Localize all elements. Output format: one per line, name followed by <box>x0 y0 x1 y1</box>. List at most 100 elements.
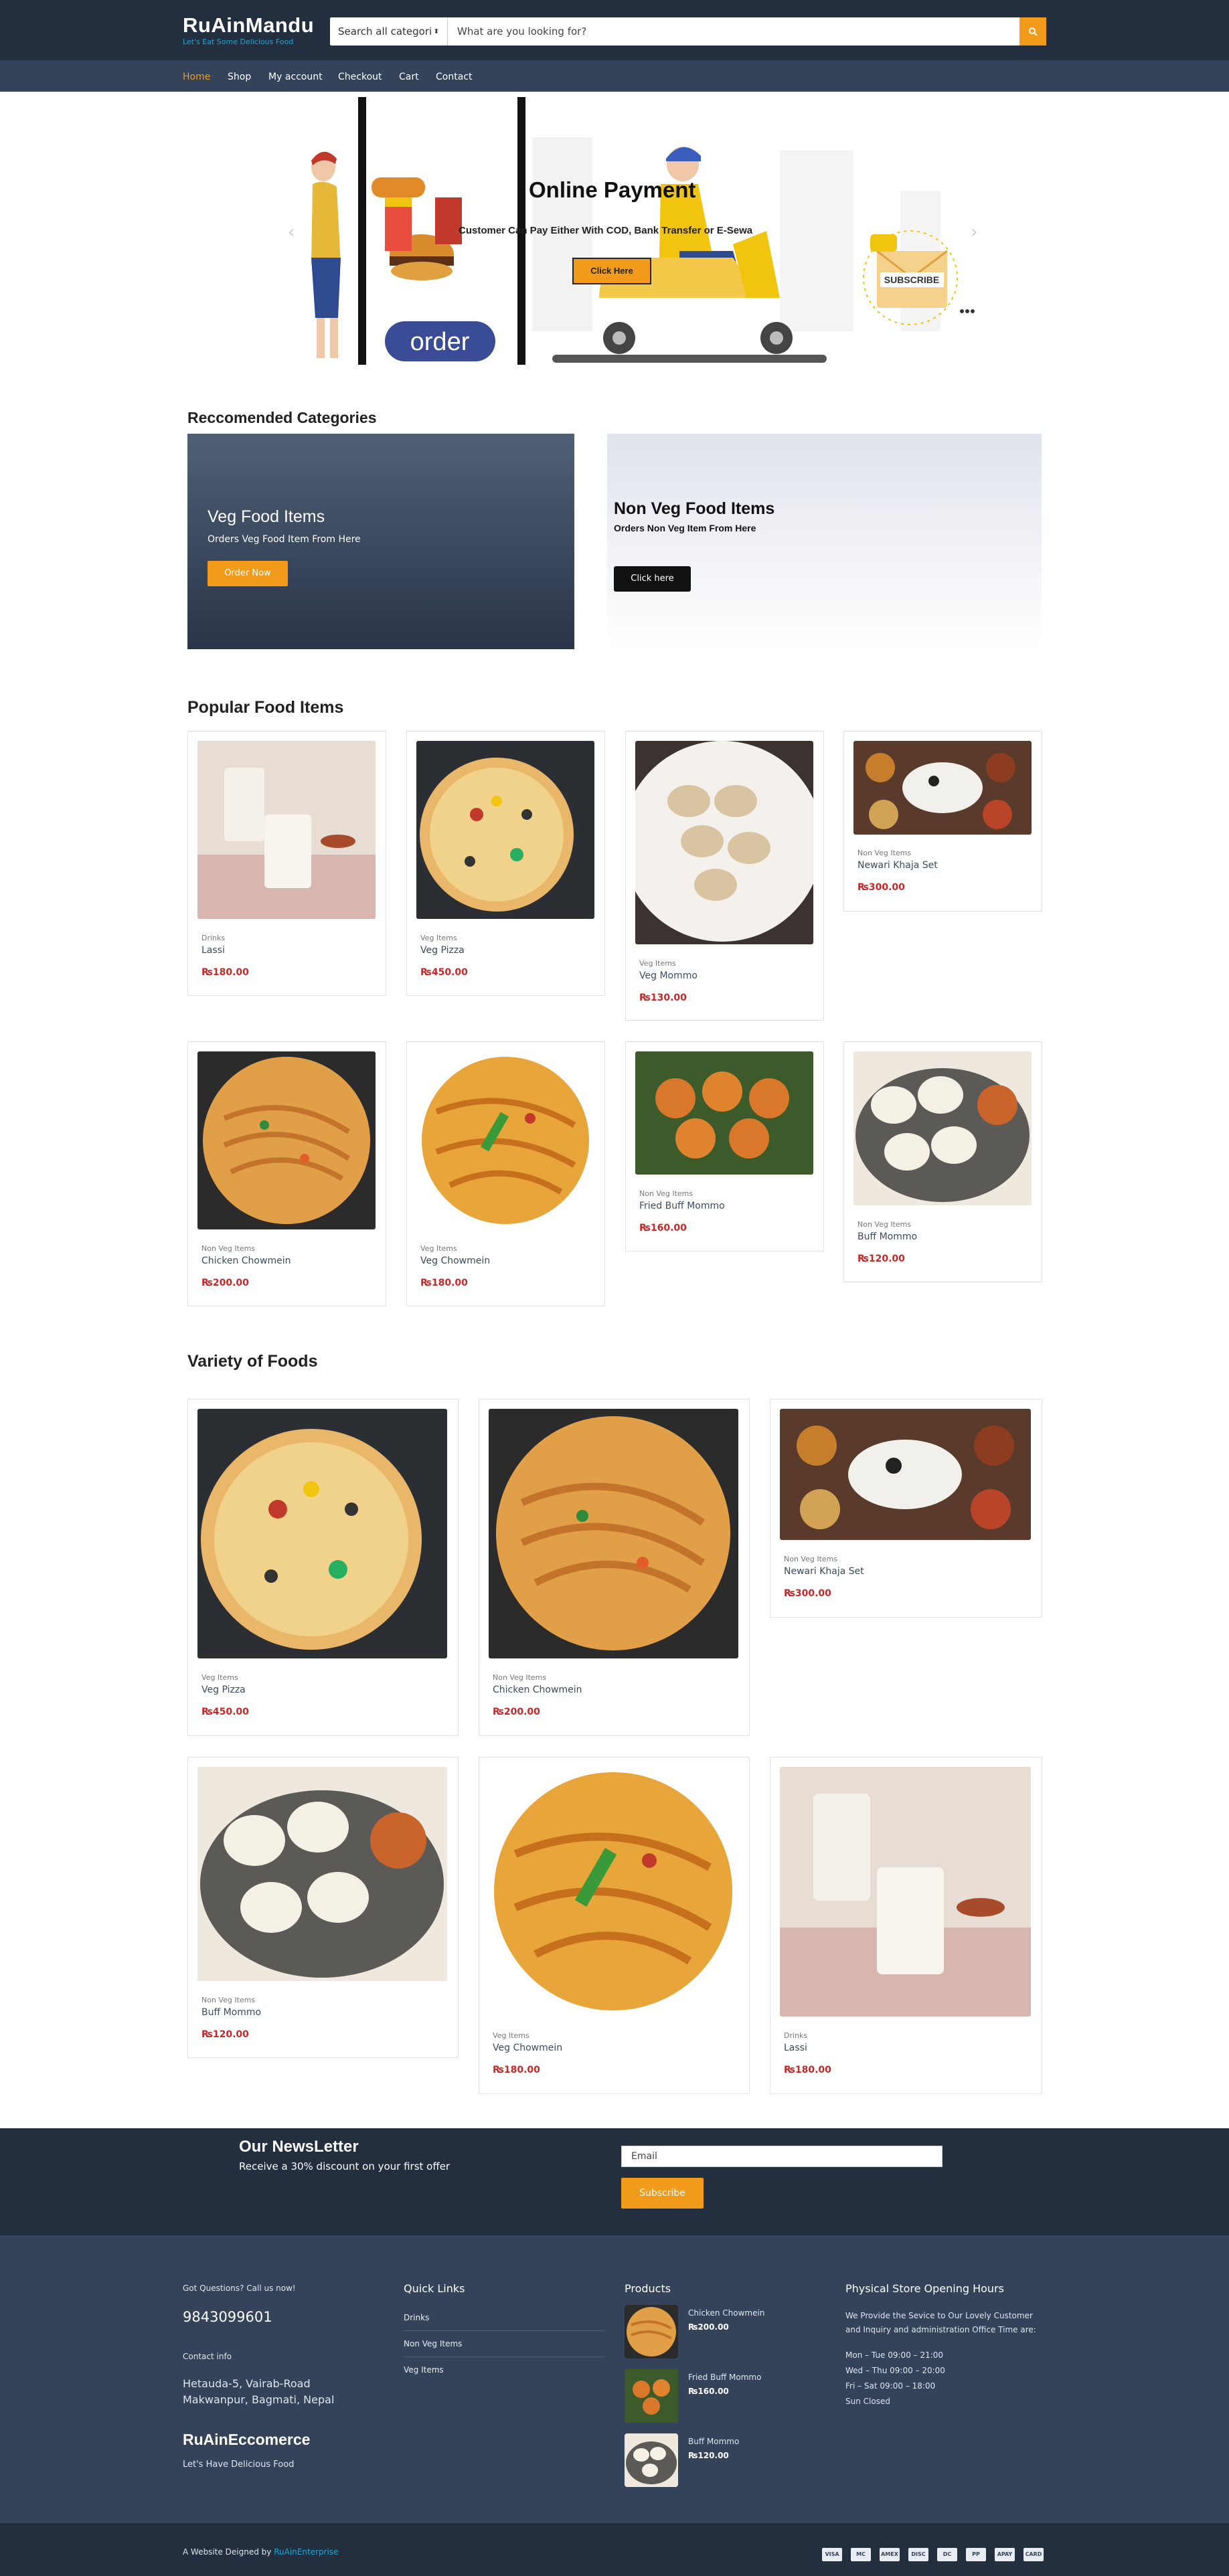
newsletter-section: Our NewsLetter Receive a 30% discount on… <box>0 2128 1229 2235</box>
discover-icon: DISC <box>908 2548 928 2561</box>
product-image-veg-mommo[interactable] <box>635 741 813 944</box>
product-image-chicken-chowmein[interactable] <box>489 1409 738 1658</box>
footer-product-image-chicken-chowmein[interactable] <box>625 2305 678 2358</box>
product-name[interactable]: Veg Mommo <box>639 970 698 981</box>
product-card[interactable]: Non Veg Items Buff Mommo ₨120.00 <box>187 1757 459 2058</box>
hero-title: Online Payment <box>529 177 696 202</box>
footer-product-price: ₨120.00 <box>688 2451 729 2460</box>
product-card[interactable]: Non Veg Items Newari Khaja Set ₨300.00 <box>843 731 1042 912</box>
product-image-lassi[interactable] <box>780 1767 1031 2016</box>
product-price: ₨180.00 <box>420 1278 468 1288</box>
veg-order-now-button[interactable]: Order Now <box>208 561 288 586</box>
footer-phone[interactable]: 9843099601 <box>183 2309 272 2325</box>
newsletter-email-input[interactable]: Email <box>621 2146 943 2167</box>
nav-home[interactable]: Home <box>183 72 210 82</box>
product-price: ₨300.00 <box>857 882 905 893</box>
designer-link[interactable]: RuAinEnterprise <box>274 2547 338 2557</box>
product-image-fried-buff-mommo[interactable] <box>635 1051 813 1175</box>
product-card[interactable]: Veg Items Veg Chowmein ₨180.00 <box>479 1757 750 2094</box>
product-name[interactable]: Veg Chowmein <box>420 1256 490 1266</box>
product-category: Drinks <box>784 2031 808 2040</box>
footer-product-image-fried-buff-mommo[interactable] <box>625 2369 678 2423</box>
product-image-newari-khaja-set[interactable] <box>853 741 1032 835</box>
product-price: ₨180.00 <box>784 2065 831 2075</box>
product-name[interactable]: Lassi <box>201 945 225 956</box>
apple-pay-icon: APAY <box>995 2548 1015 2561</box>
footer-product-image-buff-mommo[interactable] <box>625 2433 678 2487</box>
product-price: ₨450.00 <box>420 967 468 978</box>
product-price: ₨120.00 <box>857 1254 905 1264</box>
sort-arrows-icon: ⬍ <box>433 27 439 35</box>
product-image-lassi[interactable] <box>197 741 376 919</box>
product-card[interactable]: Non Veg Items Fried Buff Mommo ₨160.00 <box>625 1041 824 1252</box>
product-card[interactable]: Veg Items Veg Chowmein ₨180.00 <box>406 1041 605 1306</box>
footer-company-tag: Let's Have Delicious Food <box>183 2460 295 2470</box>
product-name[interactable]: Buff Mommo <box>857 1231 917 1242</box>
product-category: Non Veg Items <box>493 1673 547 1682</box>
product-card[interactable]: Non Veg Items Buff Mommo ₨120.00 <box>843 1041 1042 1282</box>
footer-products-title: Products <box>625 2282 671 2295</box>
product-card[interactable]: Non Veg Items Chicken Chowmein ₨200.00 <box>479 1399 750 1736</box>
nav-contact[interactable]: Contact <box>436 72 472 82</box>
nav-checkout[interactable]: Checkout <box>338 72 382 82</box>
product-name[interactable]: Veg Chowmein <box>493 2043 562 2053</box>
quick-link-drinks[interactable]: Drinks <box>404 2313 604 2331</box>
product-name[interactable]: Chicken Chowmein <box>201 1256 291 1266</box>
product-price: ₨200.00 <box>493 1707 540 1717</box>
product-image-veg-pizza[interactable] <box>197 1409 447 1658</box>
category-select[interactable]: Search all categori ⬍ <box>330 17 448 46</box>
product-image-buff-mommo[interactable] <box>853 1051 1032 1205</box>
paypal-icon: PP <box>966 2548 986 2561</box>
product-name[interactable]: Buff Mommo <box>201 2007 261 2018</box>
product-name[interactable]: Newari Khaja Set <box>857 860 938 871</box>
product-card[interactable]: Veg Items Veg Pizza ₨450.00 <box>406 731 605 996</box>
product-card[interactable]: Non Veg Items Newari Khaja Set ₨300.00 <box>770 1399 1042 1618</box>
product-image-veg-pizza[interactable] <box>416 741 594 919</box>
nav-cart[interactable]: Cart <box>399 72 419 82</box>
footer-company-name: RuAinEccomerce <box>183 2431 311 2448</box>
footer-address-line2: Makwanpur, Bagmati, Nepal <box>183 2393 335 2406</box>
store-hours-description: We Provide the Sevice to Our Lovely Cust… <box>845 2311 1036 2334</box>
product-image-chicken-chowmein[interactable] <box>197 1051 376 1229</box>
product-image-veg-chowmein[interactable] <box>416 1051 594 1229</box>
store-hours-wed-thu: Wed – Thu 09:00 – 20:00 <box>845 2366 945 2375</box>
nonveg-click-here-button[interactable]: Click here <box>614 566 691 592</box>
product-name[interactable]: Veg Pizza <box>420 945 465 956</box>
footer-product-name[interactable]: Chicken Chowmein <box>688 2308 764 2318</box>
hero-cta-button[interactable]: Click Here <box>572 258 651 284</box>
product-card[interactable]: Non Veg Items Chicken Chowmein ₨200.00 <box>187 1041 386 1306</box>
product-card[interactable]: Veg Items Veg Pizza ₨450.00 <box>187 1399 459 1736</box>
veg-category-banner[interactable]: Veg Food Items Orders Veg Food Item From… <box>187 434 574 649</box>
store-hours-sun: Sun Closed <box>845 2397 890 2406</box>
newsletter-subscribe-button[interactable]: Subscribe <box>621 2178 704 2209</box>
popular-heading: Popular Food Items <box>187 698 344 717</box>
product-category: Veg Items <box>201 1673 238 1682</box>
product-card[interactable]: Drinks Lassi ₨180.00 <box>770 1757 1042 2094</box>
brand-logo[interactable]: RuAinMandu <box>183 13 314 37</box>
product-name[interactable]: Veg Pizza <box>201 1685 246 1695</box>
footer-product-name[interactable]: Fried Buff Mommo <box>688 2373 761 2382</box>
veg-category-title: Veg Food Items <box>208 507 325 526</box>
quick-link-non-veg[interactable]: Non Veg Items <box>404 2339 604 2357</box>
product-card[interactable]: Veg Items Veg Mommo ₨130.00 <box>625 731 824 1021</box>
nav-my-account[interactable]: My account <box>268 72 323 82</box>
product-price: ₨160.00 <box>639 1223 687 1233</box>
hero-subtitle: Customer Can Pay Either With COD, Bank T… <box>459 225 753 236</box>
product-name[interactable]: Fried Buff Mommo <box>639 1201 725 1211</box>
hero-slider: order SUBSCRIBE ‹ › Online Payment Custo… <box>251 97 978 368</box>
product-name[interactable]: Chicken Chowmein <box>493 1685 582 1695</box>
product-image-buff-mommo[interactable] <box>197 1767 447 1981</box>
nonveg-category-banner[interactable]: Non Veg Food Items Orders Non Veg Item F… <box>607 434 1042 649</box>
product-image-veg-chowmein[interactable] <box>489 1767 738 2016</box>
footer-product-name[interactable]: Buff Mommo <box>688 2437 739 2446</box>
search-button[interactable] <box>1019 17 1046 46</box>
quick-link-veg[interactable]: Veg Items <box>404 2365 604 2383</box>
product-name[interactable]: Newari Khaja Set <box>784 1566 864 1577</box>
nav-shop[interactable]: Shop <box>228 72 251 82</box>
product-card[interactable]: Drinks Lassi ₨180.00 <box>187 731 386 996</box>
product-image-newari-khaja-set[interactable] <box>780 1409 1031 1540</box>
search-input[interactable]: What are you looking for? <box>448 25 1019 37</box>
product-category: Non Veg Items <box>639 1189 693 1198</box>
product-name[interactable]: Lassi <box>784 2043 807 2053</box>
newsletter-title: Our NewsLetter <box>239 2138 359 2156</box>
